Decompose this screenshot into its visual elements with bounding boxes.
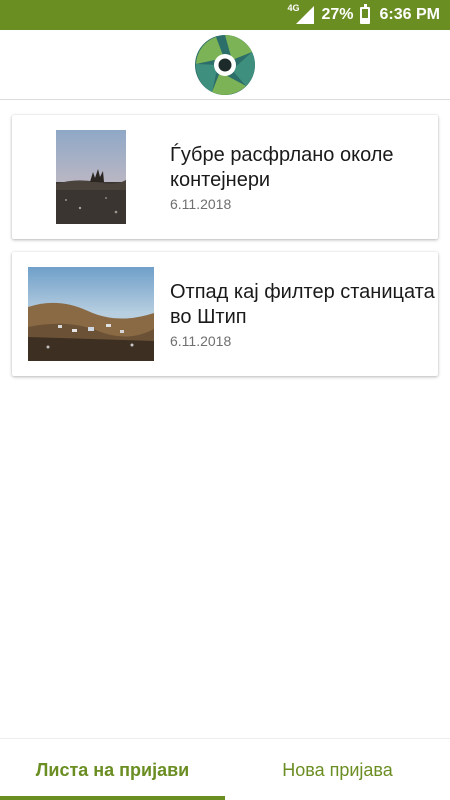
report-title: Ѓубре расфрлано околе контејнери [170,143,394,191]
report-date: 6.11.2018 [170,332,232,349]
camera-aperture-logo-icon [195,34,255,95]
status-bar: 4G 27% 6:36 PM [0,0,450,30]
report-date: 6.11.2018 [170,195,232,212]
report-title: Отпад кај филтер станицата во Штип [170,280,435,328]
report-thumbnail [12,252,170,376]
battery-icon [359,3,370,24]
battery-percent: 27% [321,6,354,23]
tab-report-list[interactable]: Листа на пријави [0,739,225,800]
signal-indicator: 4G [288,3,314,24]
report-photo [28,267,154,361]
report-thumbnail [12,115,170,239]
bottom-navigation: Листа на пријави Нова пријава [0,738,450,800]
tab-new-report[interactable]: Нова пријава [225,739,450,800]
clock: 6:36 PM [379,6,440,23]
network-type: 4G [287,3,300,13]
report-card[interactable]: Отпад кај филтер станицата во Штип 6.11.… [12,252,438,376]
report-photo [56,130,126,224]
report-card[interactable]: Ѓубре расфрлано околе контејнери 6.11.20… [12,115,438,239]
app-header [0,30,450,100]
